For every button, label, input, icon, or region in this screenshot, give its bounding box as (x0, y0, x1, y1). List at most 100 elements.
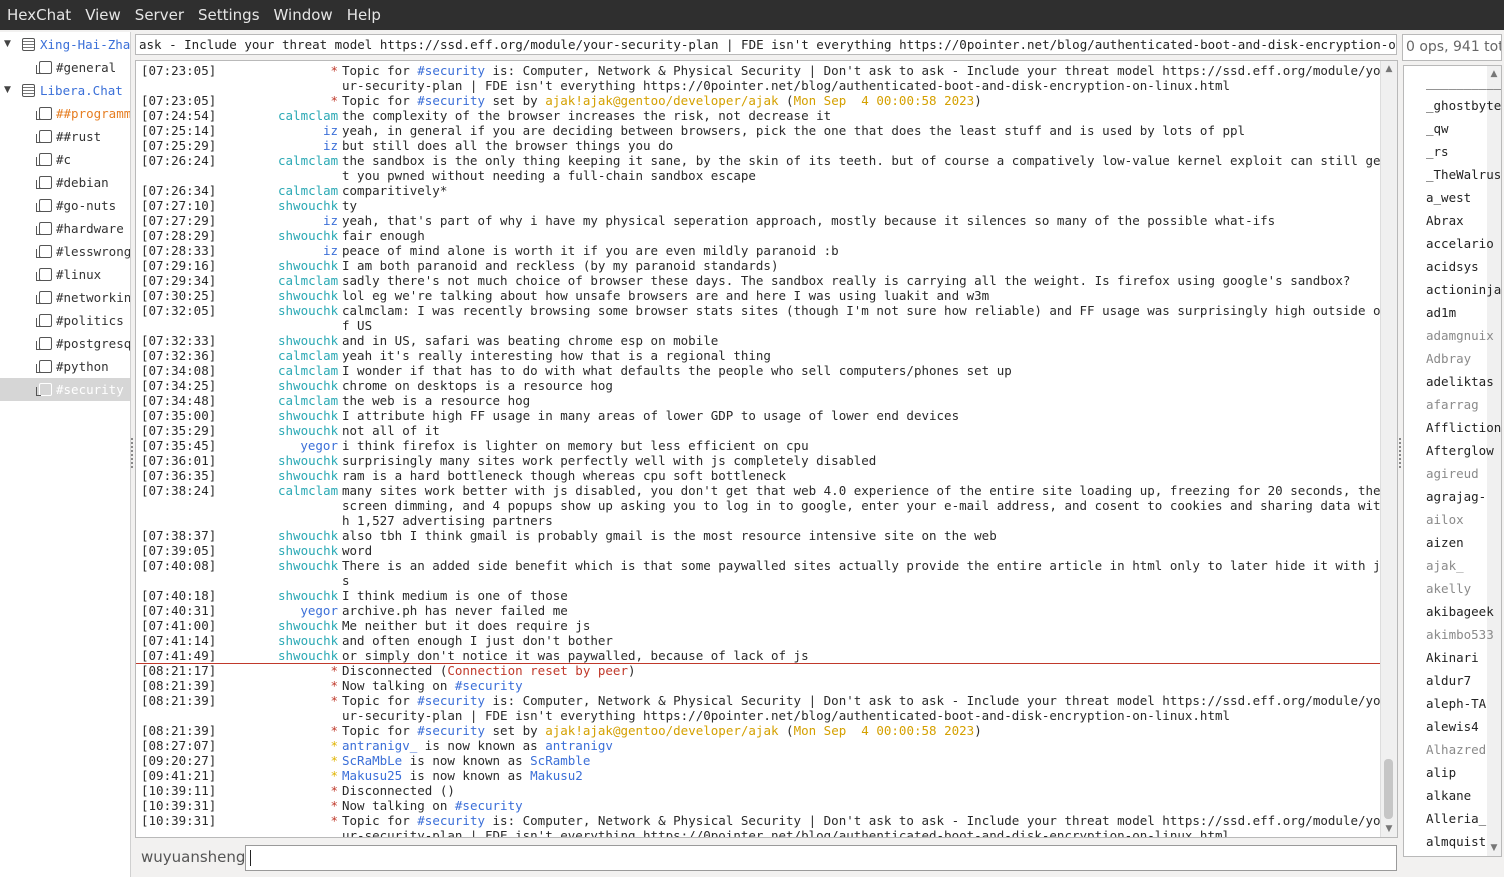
nick[interactable]: shwouchk (278, 333, 344, 348)
chat-scrollbar[interactable]: ▲ ▼ (1380, 61, 1397, 837)
nick[interactable]: * (278, 768, 344, 783)
nick[interactable]: calmclam (278, 348, 344, 363)
menu-server[interactable]: Server (128, 0, 191, 30)
nick[interactable]: * (278, 63, 344, 93)
nick[interactable]: calmclam (278, 483, 344, 528)
tree-item-security[interactable]: #security (0, 378, 130, 401)
nick[interactable]: shwouchk (278, 543, 344, 558)
nick[interactable]: iz (278, 123, 344, 138)
menu-window[interactable]: Window (267, 0, 340, 30)
tree-item-rust[interactable]: ##rust (0, 125, 130, 148)
nick[interactable]: yegor (278, 438, 344, 453)
user-list-item[interactable]: ailox (1426, 512, 1464, 527)
nick[interactable]: shwouchk (278, 258, 344, 273)
user-list-item[interactable]: alip (1426, 765, 1456, 780)
nick[interactable]: shwouchk (278, 228, 344, 243)
user-list-item[interactable]: Afterglow (1426, 443, 1494, 458)
nick[interactable]: calmclam (278, 273, 344, 288)
nick[interactable]: iz (278, 138, 344, 153)
nick[interactable]: * (278, 723, 344, 738)
nick[interactable]: shwouchk (278, 633, 344, 648)
user-list-item[interactable]: agireud (1426, 466, 1479, 481)
left-pane-grip[interactable] (131, 438, 136, 468)
tree-item-postgresql[interactable]: #postgresql (0, 332, 130, 355)
nick[interactable]: * (278, 813, 344, 837)
user-list-item[interactable]: adamgnuix (1426, 328, 1494, 343)
user-list-item[interactable]: alkane (1426, 788, 1471, 803)
user-list-item[interactable]: almquist (1426, 834, 1486, 849)
tree-item-hardware[interactable]: #hardware (0, 217, 130, 240)
user-list-item[interactable]: akibageek (1426, 604, 1494, 619)
tree-item-politics[interactable]: #politics (0, 309, 130, 332)
nick[interactable]: iz (278, 213, 344, 228)
nick[interactable]: * (278, 693, 344, 723)
user-list-item[interactable]: Affliction (1426, 420, 1501, 435)
nick[interactable]: shwouchk (278, 588, 344, 603)
nick[interactable]: shwouchk (278, 453, 344, 468)
nick[interactable]: shwouchk (278, 468, 344, 483)
nick[interactable]: calmclam (278, 183, 344, 198)
user-list-item[interactable]: Alleria_ (1426, 811, 1486, 826)
nick[interactable]: shwouchk (278, 528, 344, 543)
menu-view[interactable]: View (78, 0, 128, 30)
tree-item-liberachat[interactable]: ▼ Libera.Chat (0, 79, 130, 102)
user-list-item[interactable]: aizen (1426, 535, 1464, 550)
user-list-item[interactable]: a_west (1426, 190, 1471, 205)
menu-hexchat[interactable]: HexChat (0, 0, 78, 30)
nick[interactable]: * (278, 798, 344, 813)
nick[interactable]: * (278, 663, 344, 678)
nick[interactable]: iz (278, 243, 344, 258)
scroll-down-icon[interactable]: ▼ (1384, 824, 1394, 834)
user-list-item[interactable]: adeliktas (1426, 374, 1494, 389)
nick[interactable]: shwouchk (278, 408, 344, 423)
user-list[interactable]: ▲ ▼ __________ _ghostbyte _qw _rs _TheWalrus… (1403, 65, 1502, 857)
user-list-item[interactable]: agrajag- (1426, 489, 1486, 504)
user-list-item[interactable]: Adbray (1426, 351, 1471, 366)
nick[interactable]: * (278, 753, 344, 768)
tree-item-xinghaizhang[interactable]: ▼ Xing-Hai-Zhang (0, 33, 130, 56)
user-list-item[interactable]: _qw (1426, 121, 1449, 136)
scroll-down-icon[interactable]: ▼ (1489, 843, 1499, 853)
tree-item-general[interactable]: #general (0, 56, 130, 79)
expander-icon[interactable]: ▼ (4, 85, 14, 95)
user-list-item[interactable]: afarrag (1426, 397, 1479, 412)
tree-item-programming[interactable]: ##programming (0, 102, 130, 125)
nick-button[interactable]: wuyuansheng (141, 848, 245, 866)
scroll-up-icon[interactable]: ▲ (1384, 64, 1394, 74)
tree-item-networking[interactable]: #networking (0, 286, 130, 309)
menu-help[interactable]: Help (340, 0, 388, 30)
nick[interactable]: * (278, 93, 344, 108)
tree-item-lesswrong[interactable]: #lesswrong (0, 240, 130, 263)
user-list-item[interactable]: ajak_ (1426, 558, 1464, 573)
nick[interactable]: * (278, 678, 344, 693)
message-input[interactable] (245, 845, 1397, 871)
tree-item-debian[interactable]: #debian (0, 171, 130, 194)
userlist-scrollbar[interactable]: ▲ ▼ (1487, 66, 1501, 856)
nick[interactable]: shwouchk (278, 303, 344, 333)
user-list-item[interactable]: actioninja (1426, 282, 1501, 297)
nick[interactable]: * (278, 783, 344, 798)
chat-log[interactable]: [07:23:05] * Topic for #security is: Compu… (135, 60, 1398, 838)
nick[interactable]: shwouchk (278, 618, 344, 633)
user-list-item[interactable]: akimbo533 (1426, 627, 1494, 642)
nick[interactable]: shwouchk (278, 288, 344, 303)
expander-icon[interactable]: ▼ (4, 39, 14, 49)
user-list-item[interactable]: __________ (1426, 75, 1501, 90)
nick[interactable]: shwouchk (278, 423, 344, 438)
user-list-item[interactable]: aldur7 (1426, 673, 1471, 688)
user-list-item[interactable]: accelario (1426, 236, 1494, 251)
nick[interactable]: calmclam (278, 393, 344, 408)
user-list-item[interactable]: _rs (1426, 144, 1449, 159)
nick[interactable]: yegor (278, 603, 344, 618)
user-list-item[interactable]: acidsys (1426, 259, 1479, 274)
topic-bar[interactable]: ask - Include your threat model https://… (135, 34, 1397, 55)
user-list-item[interactable]: Akinari (1426, 650, 1479, 665)
nick[interactable]: shwouchk (278, 198, 344, 213)
user-list-item[interactable]: _TheWalrus (1426, 167, 1501, 182)
user-list-item[interactable]: ad1m (1426, 305, 1456, 320)
nick[interactable]: calmclam (278, 363, 344, 378)
nick[interactable]: calmclam (278, 153, 344, 183)
menu-settings[interactable]: Settings (191, 0, 267, 30)
nick[interactable]: calmclam (278, 108, 344, 123)
user-list-item[interactable]: _ghostbyte (1426, 98, 1501, 113)
